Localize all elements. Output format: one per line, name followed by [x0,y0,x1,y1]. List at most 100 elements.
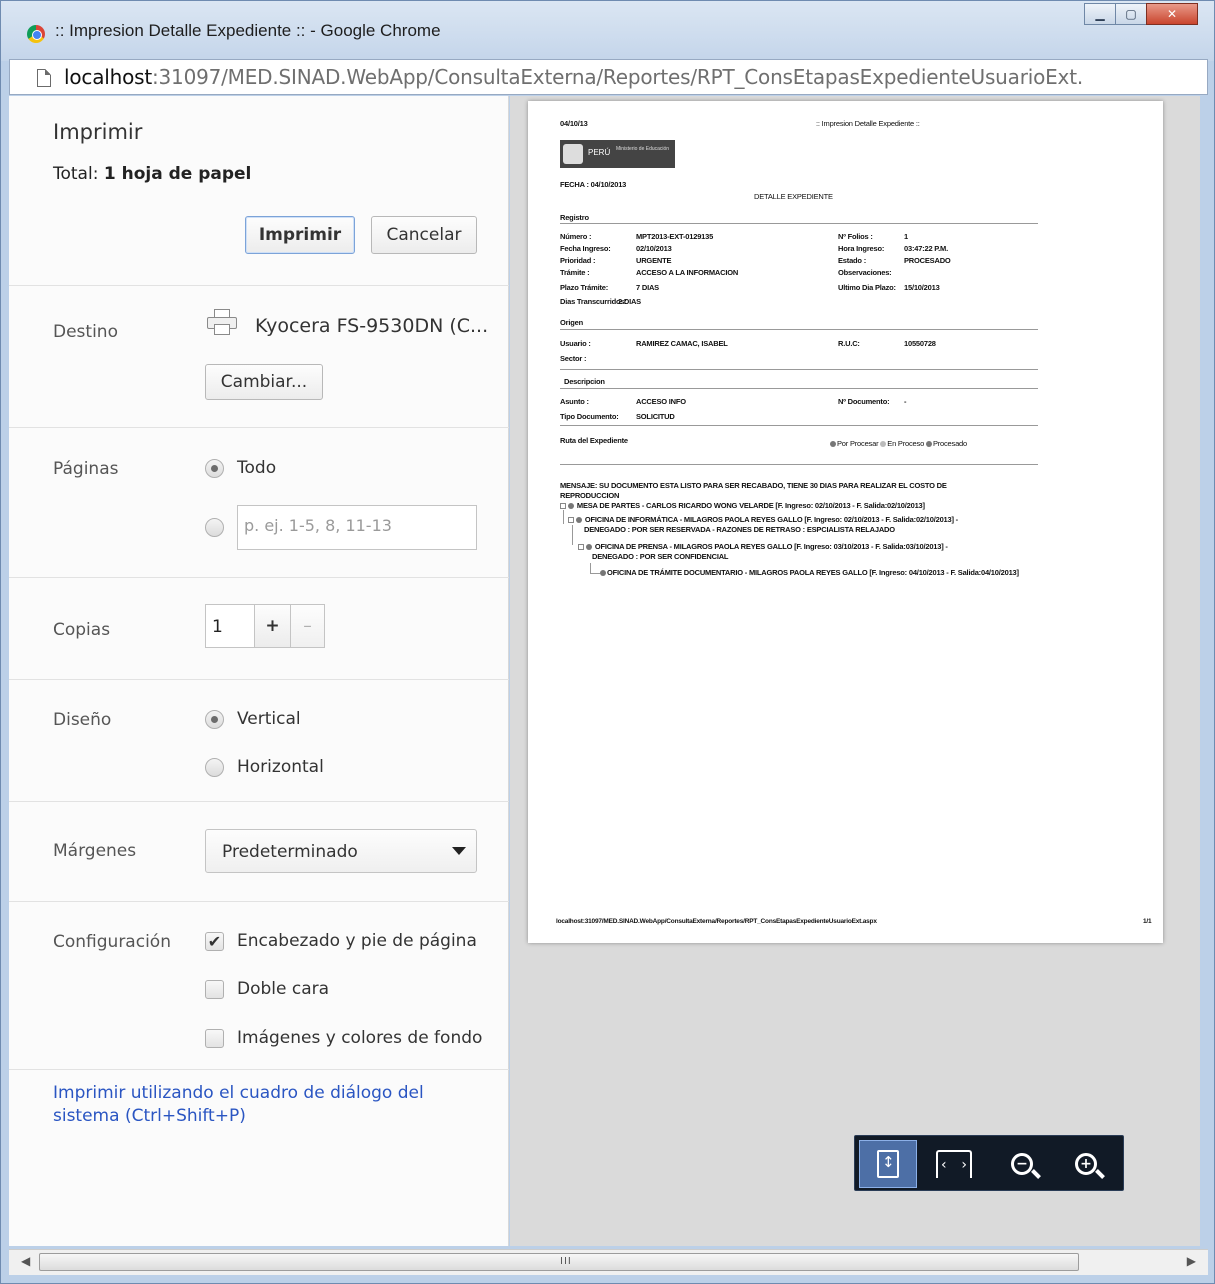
chevron-down-icon [452,847,466,855]
printer-name: Kyocera FS-9530DN (C... [255,315,489,337]
status-dot-icon [586,544,592,551]
fit-to-page-button[interactable] [859,1140,917,1188]
zoom-out-icon: − [1011,1153,1033,1175]
total-label: Total: [53,164,104,184]
divider [9,901,509,902]
ndoc-value: - [904,397,907,406]
collapse-icon[interactable] [568,517,574,524]
horizontal-scrollbar[interactable]: ◀ III ▶ [9,1249,1208,1275]
reg-v: ACCESO A LA INFORMACION [636,268,739,277]
divider [560,388,1038,389]
tree-line [563,510,564,524]
settings-label: Configuración [53,932,171,952]
reg-k2: Nº Folios : [838,232,873,241]
asunto-value: ACCESO INFO [636,397,686,406]
preview-header-title: :: Impresion Detalle Expediente :: [816,119,920,128]
print-button[interactable]: Imprimir [245,216,355,254]
pages-all-radio[interactable] [205,459,224,478]
divider [9,1069,509,1070]
pages-range-radio[interactable] [205,518,224,537]
cancel-button[interactable]: Cancelar [371,216,477,254]
reg-v: 02/10/2013 [636,244,672,253]
two-sided-checkbox[interactable] [205,980,224,999]
maximize-button[interactable]: ▢ [1115,3,1147,25]
fit-to-width-button[interactable]: ‹ › [925,1140,983,1188]
layout-portrait-radio[interactable] [205,710,224,729]
minimize-button[interactable]: ▁ [1084,3,1116,25]
tree-node-detail: DENEGADO : POR SER CONFIDENCIAL [592,552,729,561]
reg-k: Trámite : [560,268,590,277]
tree-line [590,563,591,573]
system-dialog-link[interactable]: Imprimir utilizando el cuadro de diálogo… [53,1082,493,1128]
scroll-right-icon[interactable]: ▶ [1187,1254,1196,1268]
copies-value[interactable]: 1 [212,617,223,637]
preview-doc-title: DETALLE EXPEDIENTE [754,192,833,201]
divider [560,329,1038,330]
logo-ministry: Ministerio de Educación [616,146,670,152]
status-dot-icon [600,570,606,577]
copies-label: Copias [53,620,111,640]
divider [9,801,509,802]
copies-increment-button[interactable]: + [254,605,290,647]
reg-k2: Estado : [838,256,866,265]
url-path: :31097/MED.SINAD.WebApp/ConsultaExterna/… [151,65,1083,89]
grip-icon: III [560,1256,572,1267]
tree-node: OFICINA DE INFORMÁTICA - MILAGROS PAOLA … [568,515,958,524]
ruc-label: R.U.C: [838,339,860,348]
scroll-left-icon[interactable]: ◀ [21,1254,30,1268]
usuario-label: Usuario : [560,339,591,348]
print-title: Imprimir [53,120,143,144]
tree-line [572,525,573,545]
reg-k: Plazo Trámite: [560,283,609,292]
scrollbar-thumb[interactable]: III [39,1253,1079,1271]
zoom-in-button[interactable]: + [1057,1140,1115,1188]
shield-icon [563,144,583,164]
margins-select[interactable]: Predeterminado [205,829,477,873]
chevron-left-icon: ‹ [941,1157,947,1173]
reg-v2: 1 [904,232,908,241]
tree-node: MESA DE PARTES - CARLOS RICARDO WONG VEL… [560,501,925,510]
collapse-icon[interactable] [560,503,566,510]
headers-footers-checkbox[interactable]: ✔ [205,932,224,951]
preview-footer-url: localhost:31097/MED.SINAD.WebApp/Consult… [556,918,877,925]
divider [9,427,509,428]
tree-node-label: OFICINA DE TRÁMITE DOCUMENTARIO - MILAGR… [607,568,1019,577]
status-dot-icon [830,441,836,448]
copies-decrement-button[interactable]: – [290,605,324,647]
reg-k: Fecha Ingreso: [560,244,611,253]
address-bar[interactable]: localhost:31097/MED.SINAD.WebApp/Consult… [9,59,1208,95]
margins-value: Predeterminado [222,842,358,862]
copies-stepper[interactable]: 1 + – [205,604,325,648]
layout-label: Diseño [53,710,112,730]
reg-k: Número : [560,232,592,241]
collapse-icon[interactable] [578,544,584,551]
tree-node: OFICINA DE TRÁMITE DOCUMENTARIO - MILAGR… [600,568,1019,577]
tree-node-detail: DENEGADO : POR SER RESERVADA - RAZONES D… [584,525,895,534]
zoom-toolbar: ‹› − + [854,1135,1124,1191]
divider [560,369,1038,370]
total-summary: Total: 1 hoja de papel [53,164,251,184]
background-graphics-checkbox[interactable] [205,1029,224,1048]
tree-node: OFICINA DE PRENSA - MILAGROS PAOLA REYES… [578,542,948,551]
divider [9,577,509,578]
logo-country: PERÚ [588,148,611,157]
status-dot-icon [925,441,932,448]
divider [560,223,1038,224]
pages-range-input[interactable]: p. ej. 1-5, 8, 11-13 [237,505,477,550]
layout-landscape-radio[interactable] [205,758,224,777]
ruc-value: 10550728 [904,339,936,348]
close-button[interactable]: ✕ [1146,3,1198,25]
tipo-value: SOLICITUD [636,412,675,421]
usuario-value: RAMIREZ CAMAC, ISABEL [636,339,728,348]
zoom-out-button[interactable]: − [993,1140,1051,1188]
headers-footers-label: Encabezado y pie de página [237,931,477,951]
page-icon [37,69,51,87]
chrome-icon [27,25,45,43]
change-destination-button[interactable]: Cambiar... [205,364,323,400]
reg-k2: Hora Ingreso: [838,244,885,253]
section-origen: Origen [560,318,583,327]
legend-label: Por Procesar [837,439,879,448]
section-descripcion: Descripcion [564,377,605,386]
reg-k: Dias Transcurridos: [560,297,627,306]
url-text[interactable]: localhost:31097/MED.SINAD.WebApp/Consult… [64,65,1204,89]
